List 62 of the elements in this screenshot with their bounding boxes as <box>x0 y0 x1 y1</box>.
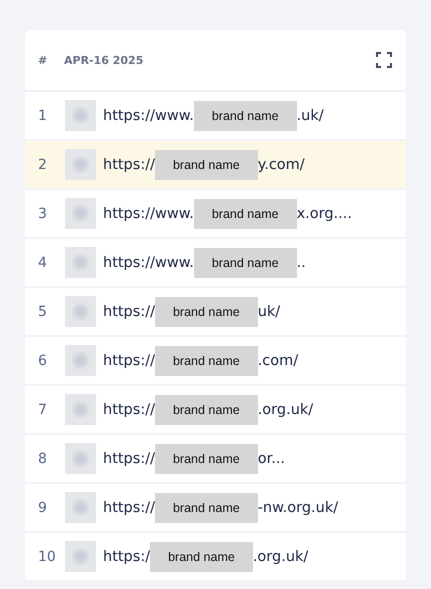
redaction-label: brand name <box>194 198 297 228</box>
url-text[interactable]: https:// <box>103 500 155 516</box>
url-text[interactable]: https://www. <box>103 254 194 270</box>
favicon-icon <box>65 149 96 180</box>
favicon-icon <box>65 394 96 425</box>
url-text[interactable]: .org.uk/ <box>258 402 314 418</box>
column-header: # <box>38 54 48 66</box>
rank-number: 7 <box>38 402 48 418</box>
redaction-label: brand name <box>154 394 258 424</box>
table-row[interactable]: 6 https:// brand name .com/ <box>25 337 406 386</box>
url-text[interactable]: x.org.... <box>296 206 352 222</box>
rank-number: 3 <box>38 206 48 222</box>
rank-number: 6 <box>38 352 48 368</box>
rank-number: 4 <box>38 254 48 270</box>
favicon-icon <box>65 100 96 131</box>
favicon-icon <box>65 541 96 572</box>
url-text[interactable]: https://www. <box>103 108 194 124</box>
url-text[interactable]: .. <box>296 254 306 270</box>
url-text[interactable]: https:// <box>103 156 155 172</box>
url-text[interactable]: .com/ <box>258 352 298 368</box>
rank-number: 1 <box>38 108 48 124</box>
redaction-label: brand name <box>154 444 258 474</box>
url-text[interactable]: .org.uk/ <box>252 548 308 564</box>
favicon-icon <box>65 345 96 376</box>
rank-number: 10 <box>38 548 57 564</box>
rank-number: 9 <box>38 500 48 516</box>
favicon-icon <box>65 247 96 278</box>
table-row[interactable]: 2 https:// brand name y.com/ <box>25 141 406 190</box>
url-text[interactable]: https:// <box>103 402 155 418</box>
favicon-icon <box>65 198 96 229</box>
url-text[interactable]: https:// <box>103 450 155 466</box>
table-row[interactable]: 5 https:// brand name uk/ <box>25 288 406 337</box>
url-text[interactable]: .uk/ <box>296 108 324 124</box>
url-text[interactable]: https:// <box>103 352 155 368</box>
redaction-label: brand name <box>194 248 297 278</box>
redaction-label: brand name <box>154 150 258 180</box>
redaction-label: brand name <box>154 296 258 326</box>
rank-number: 8 <box>38 450 48 466</box>
table-row[interactable]: 10 https:/ brand name .org.uk/ <box>25 533 406 582</box>
table-row[interactable]: 3 https://www. brand name x.org.... <box>25 190 406 239</box>
table-row[interactable]: 9 https:// brand name -nw.org.uk/ <box>25 484 406 533</box>
rank-number: 2 <box>38 156 48 172</box>
favicon-icon <box>65 492 96 523</box>
table-row[interactable]: 8 https:// brand name or... <box>25 435 406 484</box>
url-text[interactable]: or... <box>258 450 286 466</box>
column-header: APR-16 2025 <box>64 54 144 66</box>
redaction-label: brand name <box>154 346 258 376</box>
url-text[interactable]: https://www. <box>103 206 194 222</box>
favicon-icon <box>65 296 96 327</box>
redaction-label: brand name <box>150 542 253 572</box>
url-text[interactable]: https:/ <box>103 548 150 564</box>
fullscreen-icon[interactable] <box>376 52 392 68</box>
rank-number: 5 <box>38 304 48 320</box>
favicon-icon <box>65 443 96 474</box>
url-text[interactable]: -nw.org.uk/ <box>258 500 338 516</box>
url-text[interactable]: y.com/ <box>258 156 305 172</box>
redaction-label: brand name <box>154 492 258 522</box>
table-row[interactable]: 4 https://www. brand name .. <box>25 239 406 288</box>
url-text[interactable]: https:// <box>103 304 155 320</box>
redaction-label: brand name <box>194 100 297 130</box>
url-text[interactable]: uk/ <box>258 304 280 320</box>
table-row[interactable]: 7 https:// brand name .org.uk/ <box>25 386 406 435</box>
